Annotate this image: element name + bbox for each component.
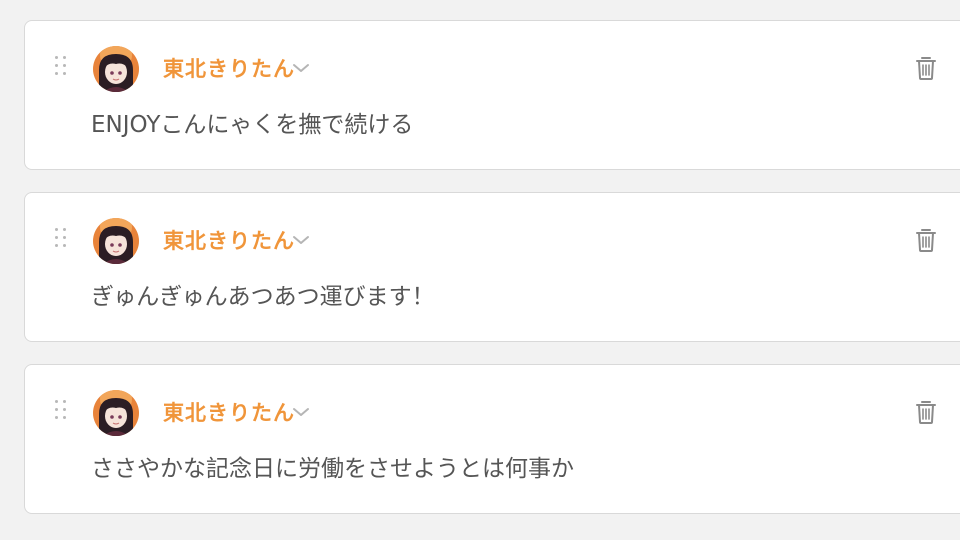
script-line-card: 東北きりたん ENJOYこんにゃくを撫で続ける — [24, 20, 960, 170]
line-text[interactable]: ENJOYこんにゃくを撫で続ける — [91, 109, 413, 141]
speaker-name[interactable]: 東北きりたん — [163, 399, 295, 427]
script-line-card: 東北きりたん ささやかな記念日に労働をさせようとは何事か — [24, 364, 960, 514]
chevron-down-icon[interactable] — [291, 61, 311, 75]
speaker-name[interactable]: 東北きりたん — [163, 227, 295, 255]
drag-handle-icon[interactable] — [55, 228, 67, 252]
chevron-down-icon[interactable] — [291, 233, 311, 247]
drag-handle-icon[interactable] — [55, 56, 67, 80]
drag-handle-icon[interactable] — [55, 400, 67, 424]
speaker-name[interactable]: 東北きりたん — [163, 55, 295, 83]
line-text[interactable]: ささやかな記念日に労働をさせようとは何事か — [91, 453, 574, 485]
chevron-down-icon[interactable] — [291, 405, 311, 419]
script-line-list: 東北きりたん ENJOYこんにゃくを撫で続ける 東北きりたん ぎゅんぎゅんあつあ… — [0, 0, 960, 540]
avatar — [93, 390, 139, 436]
line-text[interactable]: ぎゅんぎゅんあつあつ運びます！ — [91, 281, 435, 313]
avatar — [93, 218, 139, 264]
avatar — [93, 46, 139, 92]
script-line-card: 東北きりたん ぎゅんぎゅんあつあつ運びます！ — [24, 192, 960, 342]
trash-icon[interactable] — [915, 55, 937, 81]
trash-icon[interactable] — [915, 227, 937, 253]
trash-icon[interactable] — [915, 399, 937, 425]
